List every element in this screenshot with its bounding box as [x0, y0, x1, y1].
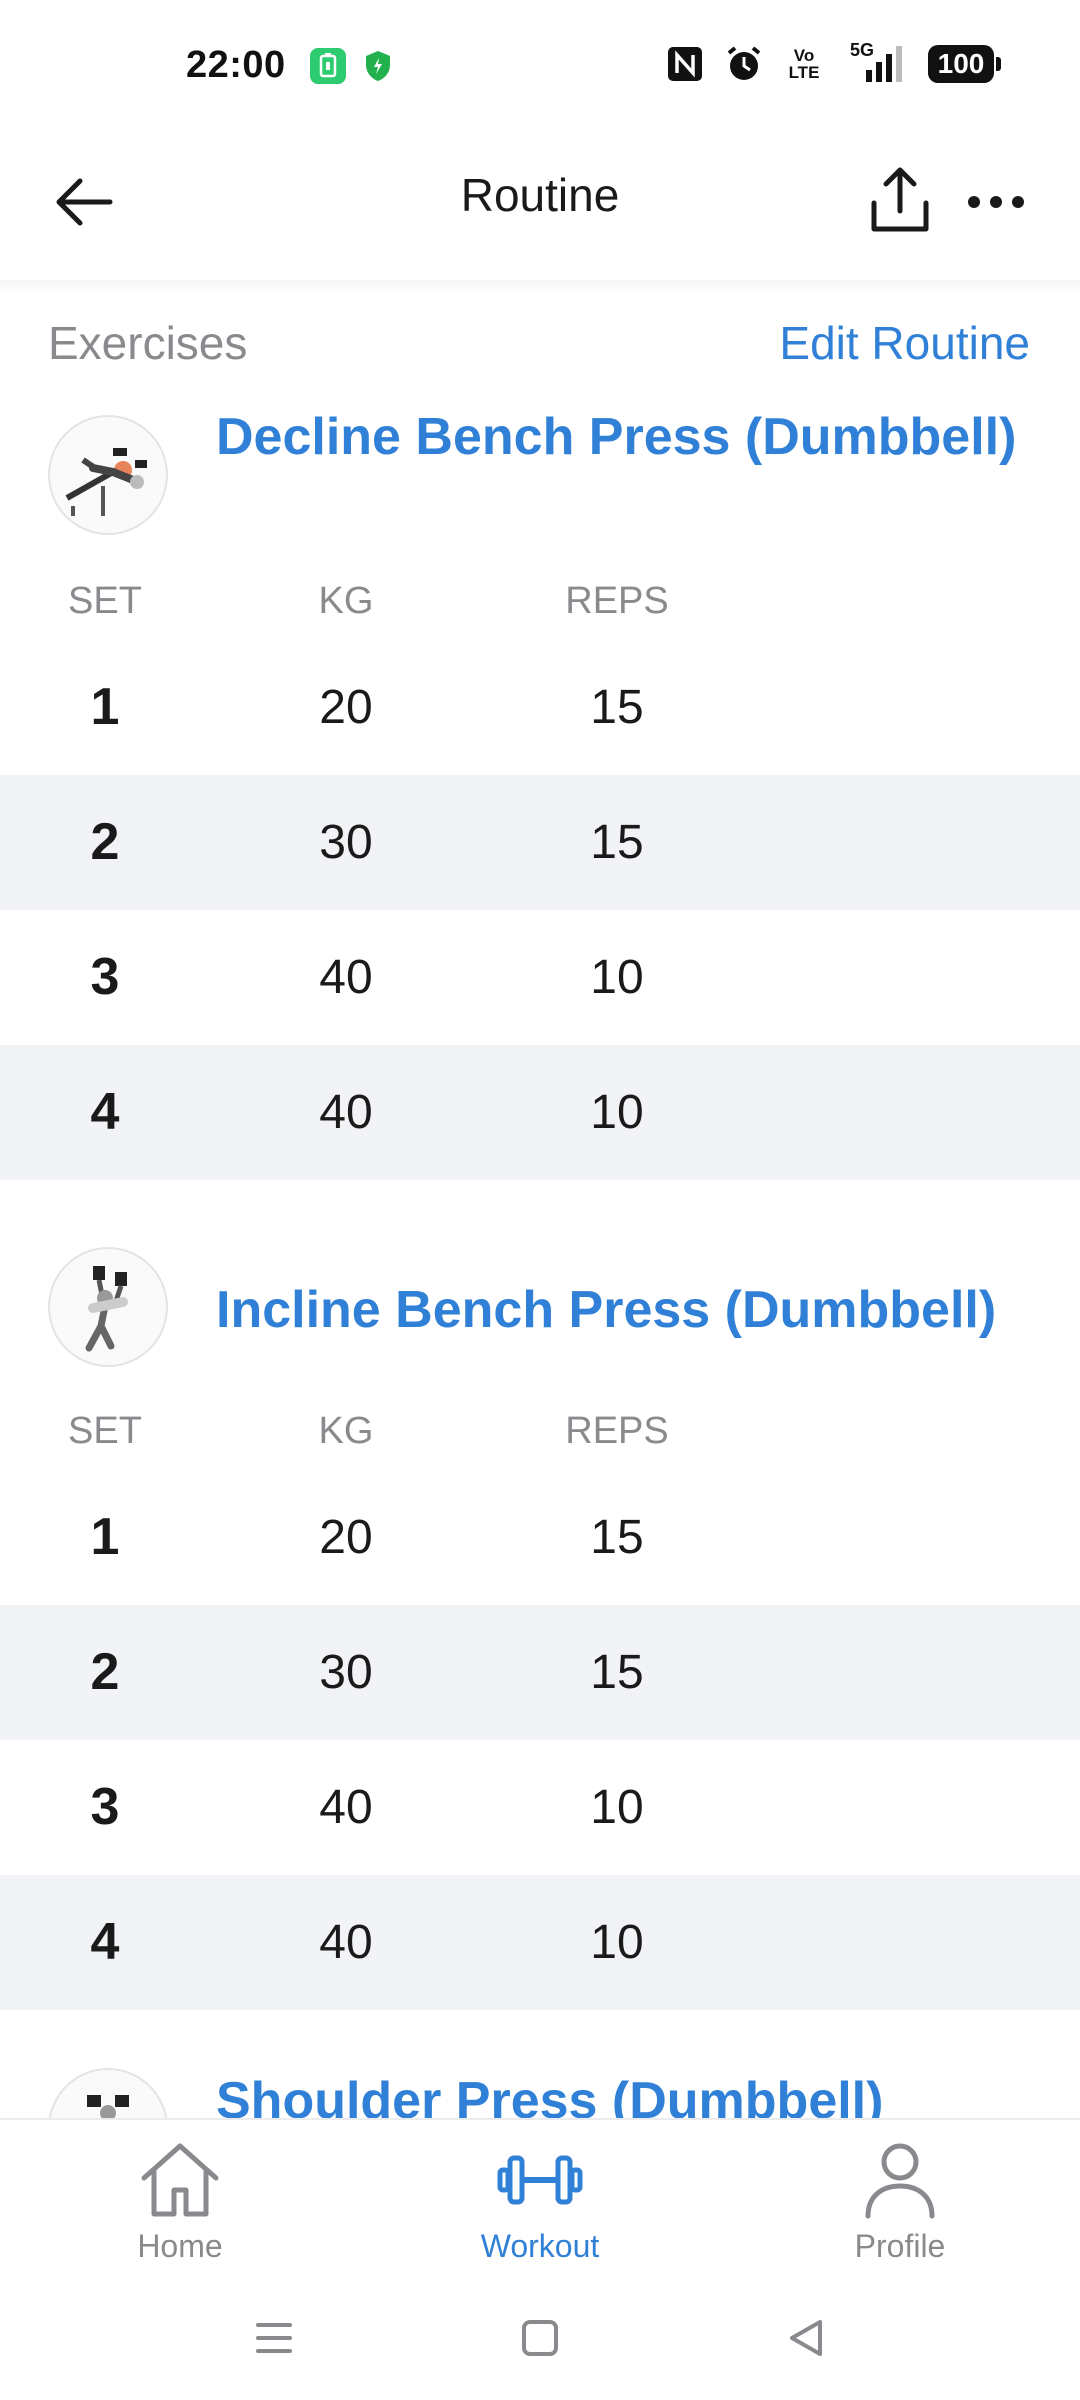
edit-routine-button[interactable]: Edit Routine — [779, 316, 1030, 370]
set-weight: 40 — [319, 1916, 373, 1969]
system-nav-bar — [0, 2278, 1080, 2400]
set-row: 3 40 10 — [0, 910, 1080, 1045]
set-reps: 10 — [590, 1086, 644, 1139]
status-right-icons: Vo LTE 5G 100 — [666, 40, 1001, 84]
exercise-title[interactable]: Shoulder Press (Dumbbell) — [216, 2068, 1040, 2118]
app-header: Routine — [0, 130, 1080, 280]
section-label: Exercises — [48, 317, 248, 369]
home-system-button[interactable] — [505, 2308, 575, 2368]
profile-icon — [800, 2138, 1000, 2222]
share-button[interactable] — [862, 160, 938, 240]
set-row: 1 20 15 — [0, 1470, 1080, 1605]
set-number: 2 — [90, 813, 120, 871]
signal-icon: 5G — [844, 40, 908, 84]
set-number: 2 — [90, 1643, 120, 1701]
set-number: 1 — [90, 1508, 120, 1566]
col-set-header: SET — [68, 580, 142, 622]
set-row: 3 40 10 — [0, 1740, 1080, 1875]
set-row: 4 40 10 — [0, 1045, 1080, 1180]
square-icon — [522, 2320, 558, 2356]
nav-home[interactable]: Home — [80, 2138, 280, 2268]
shoulder-press-icon — [87, 2095, 129, 2118]
recent-apps-button[interactable] — [239, 2308, 309, 2368]
incline-bench-press-icon — [85, 1266, 128, 1352]
col-reps-header: REPS — [565, 1410, 669, 1452]
header-divider — [0, 280, 1080, 294]
alarm-icon — [727, 46, 761, 80]
exercise-thumbnail[interactable] — [48, 1247, 168, 1367]
exercise-card: Incline Bench Press (Dumbbell) SET KG RE… — [0, 1235, 1080, 2010]
menu-lines-icon — [256, 2323, 292, 2353]
set-weight: 40 — [319, 951, 373, 1004]
set-reps: 10 — [590, 1916, 644, 1969]
set-reps: 10 — [590, 1781, 644, 1834]
exercises-section-bar: Exercises Edit Routine — [0, 310, 1080, 380]
set-number: 1 — [90, 678, 120, 736]
more-options-button[interactable] — [960, 166, 1032, 238]
exercise-title[interactable]: Incline Bench Press (Dumbbell) — [216, 1277, 1040, 1343]
home-icon — [80, 2138, 280, 2222]
set-reps: 10 — [590, 951, 644, 1004]
set-weight: 30 — [319, 816, 373, 869]
back-system-button[interactable] — [771, 2308, 841, 2368]
set-weight: 40 — [319, 1086, 373, 1139]
set-weight: 20 — [319, 681, 373, 734]
exercise-card: Shoulder Press (Dumbbell) — [0, 2060, 1080, 2118]
shield-icon — [360, 48, 396, 84]
set-row: 4 40 10 — [0, 1875, 1080, 2010]
set-weight: 40 — [319, 1781, 373, 1834]
col-set-header: SET — [68, 1410, 142, 1452]
exercise-header: Shoulder Press (Dumbbell) — [0, 2060, 1080, 2118]
exercise-thumbnail[interactable] — [48, 2068, 168, 2118]
set-weight: 30 — [319, 1646, 373, 1699]
dumbbell-icon — [440, 2138, 640, 2222]
nav-workout-label: Workout — [480, 2228, 600, 2264]
nav-home-label: Home — [137, 2228, 223, 2264]
decline-bench-press-icon — [65, 448, 147, 516]
col-kg-header: KG — [318, 1410, 374, 1452]
exercise-header: Incline Bench Press (Dumbbell) — [0, 1235, 1080, 1400]
bottom-nav: Home Workout Profile — [0, 2118, 1080, 2278]
set-reps: 15 — [590, 1511, 644, 1564]
battery-saver-icon — [310, 48, 346, 84]
set-number: 3 — [90, 1778, 120, 1836]
more-dots-icon — [968, 196, 1024, 208]
set-reps: 15 — [590, 1646, 644, 1699]
set-number: 4 — [90, 1913, 120, 1971]
nfc-icon — [668, 47, 702, 81]
volte-icon: Vo LTE — [788, 46, 820, 82]
set-reps: 15 — [590, 816, 644, 869]
nav-profile[interactable]: Profile — [800, 2138, 1000, 2268]
nav-workout[interactable]: Workout — [440, 2138, 640, 2268]
set-row: 1 20 15 — [0, 640, 1080, 775]
col-kg-header: KG — [318, 580, 374, 622]
set-weight: 20 — [319, 1511, 373, 1564]
set-number: 4 — [90, 1083, 120, 1141]
exercise-title[interactable]: Decline Bench Press (Dumbbell) — [216, 404, 1040, 470]
exercise-card: Decline Bench Press (Dumbbell) SET KG RE… — [0, 400, 1080, 1180]
nav-profile-label: Profile — [854, 2228, 946, 2264]
status-bar: 22:00 Vo LTE 5G 100 — [0, 0, 1080, 130]
col-reps-header: REPS — [565, 580, 669, 622]
column-headers: SET KG REPS — [0, 570, 1080, 640]
column-headers: SET KG REPS — [0, 1400, 1080, 1470]
share-icon — [871, 167, 929, 232]
exercise-header: Decline Bench Press (Dumbbell) — [0, 400, 1080, 570]
set-row: 2 30 15 — [0, 1605, 1080, 1740]
status-time: 22:00 — [186, 44, 286, 86]
set-number: 3 — [90, 948, 120, 1006]
status-left-icons — [310, 48, 396, 84]
set-row: 2 30 15 — [0, 775, 1080, 910]
triangle-back-icon — [790, 2320, 822, 2356]
set-reps: 15 — [590, 681, 644, 734]
exercise-thumbnail[interactable] — [48, 415, 168, 535]
battery-indicator: 100 — [928, 45, 1001, 83]
